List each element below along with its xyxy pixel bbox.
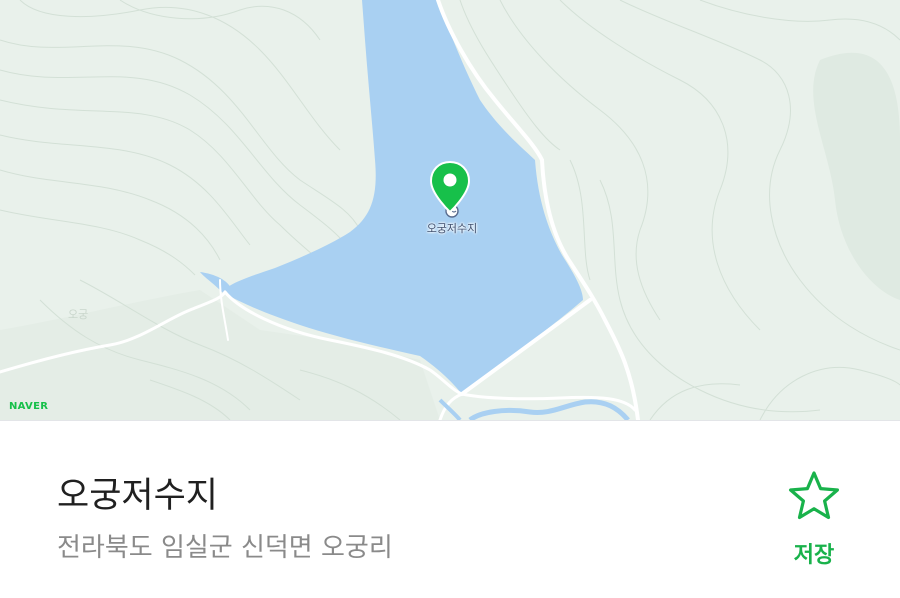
- map-marker-label[interactable]: 오궁저수지: [400, 220, 504, 236]
- place-title: 오궁저수지: [57, 476, 219, 516]
- place-info-panel: 오궁저수지 전라북도 임실군 신덕면 오궁리 저장: [0, 420, 900, 598]
- map-view[interactable]: 오궁 오궁저수지 NAVER: [0, 0, 900, 420]
- location-pin-icon[interactable]: [430, 160, 470, 216]
- save-label: 저장: [793, 543, 835, 568]
- naver-logo: NAVER: [9, 401, 49, 412]
- place-address: 전라북도 임실군 신덕면 오궁리: [57, 533, 393, 563]
- save-button[interactable]: 저장: [778, 469, 850, 569]
- svg-text:오궁: 오궁: [68, 308, 88, 321]
- star-outline-icon: [789, 471, 839, 520]
